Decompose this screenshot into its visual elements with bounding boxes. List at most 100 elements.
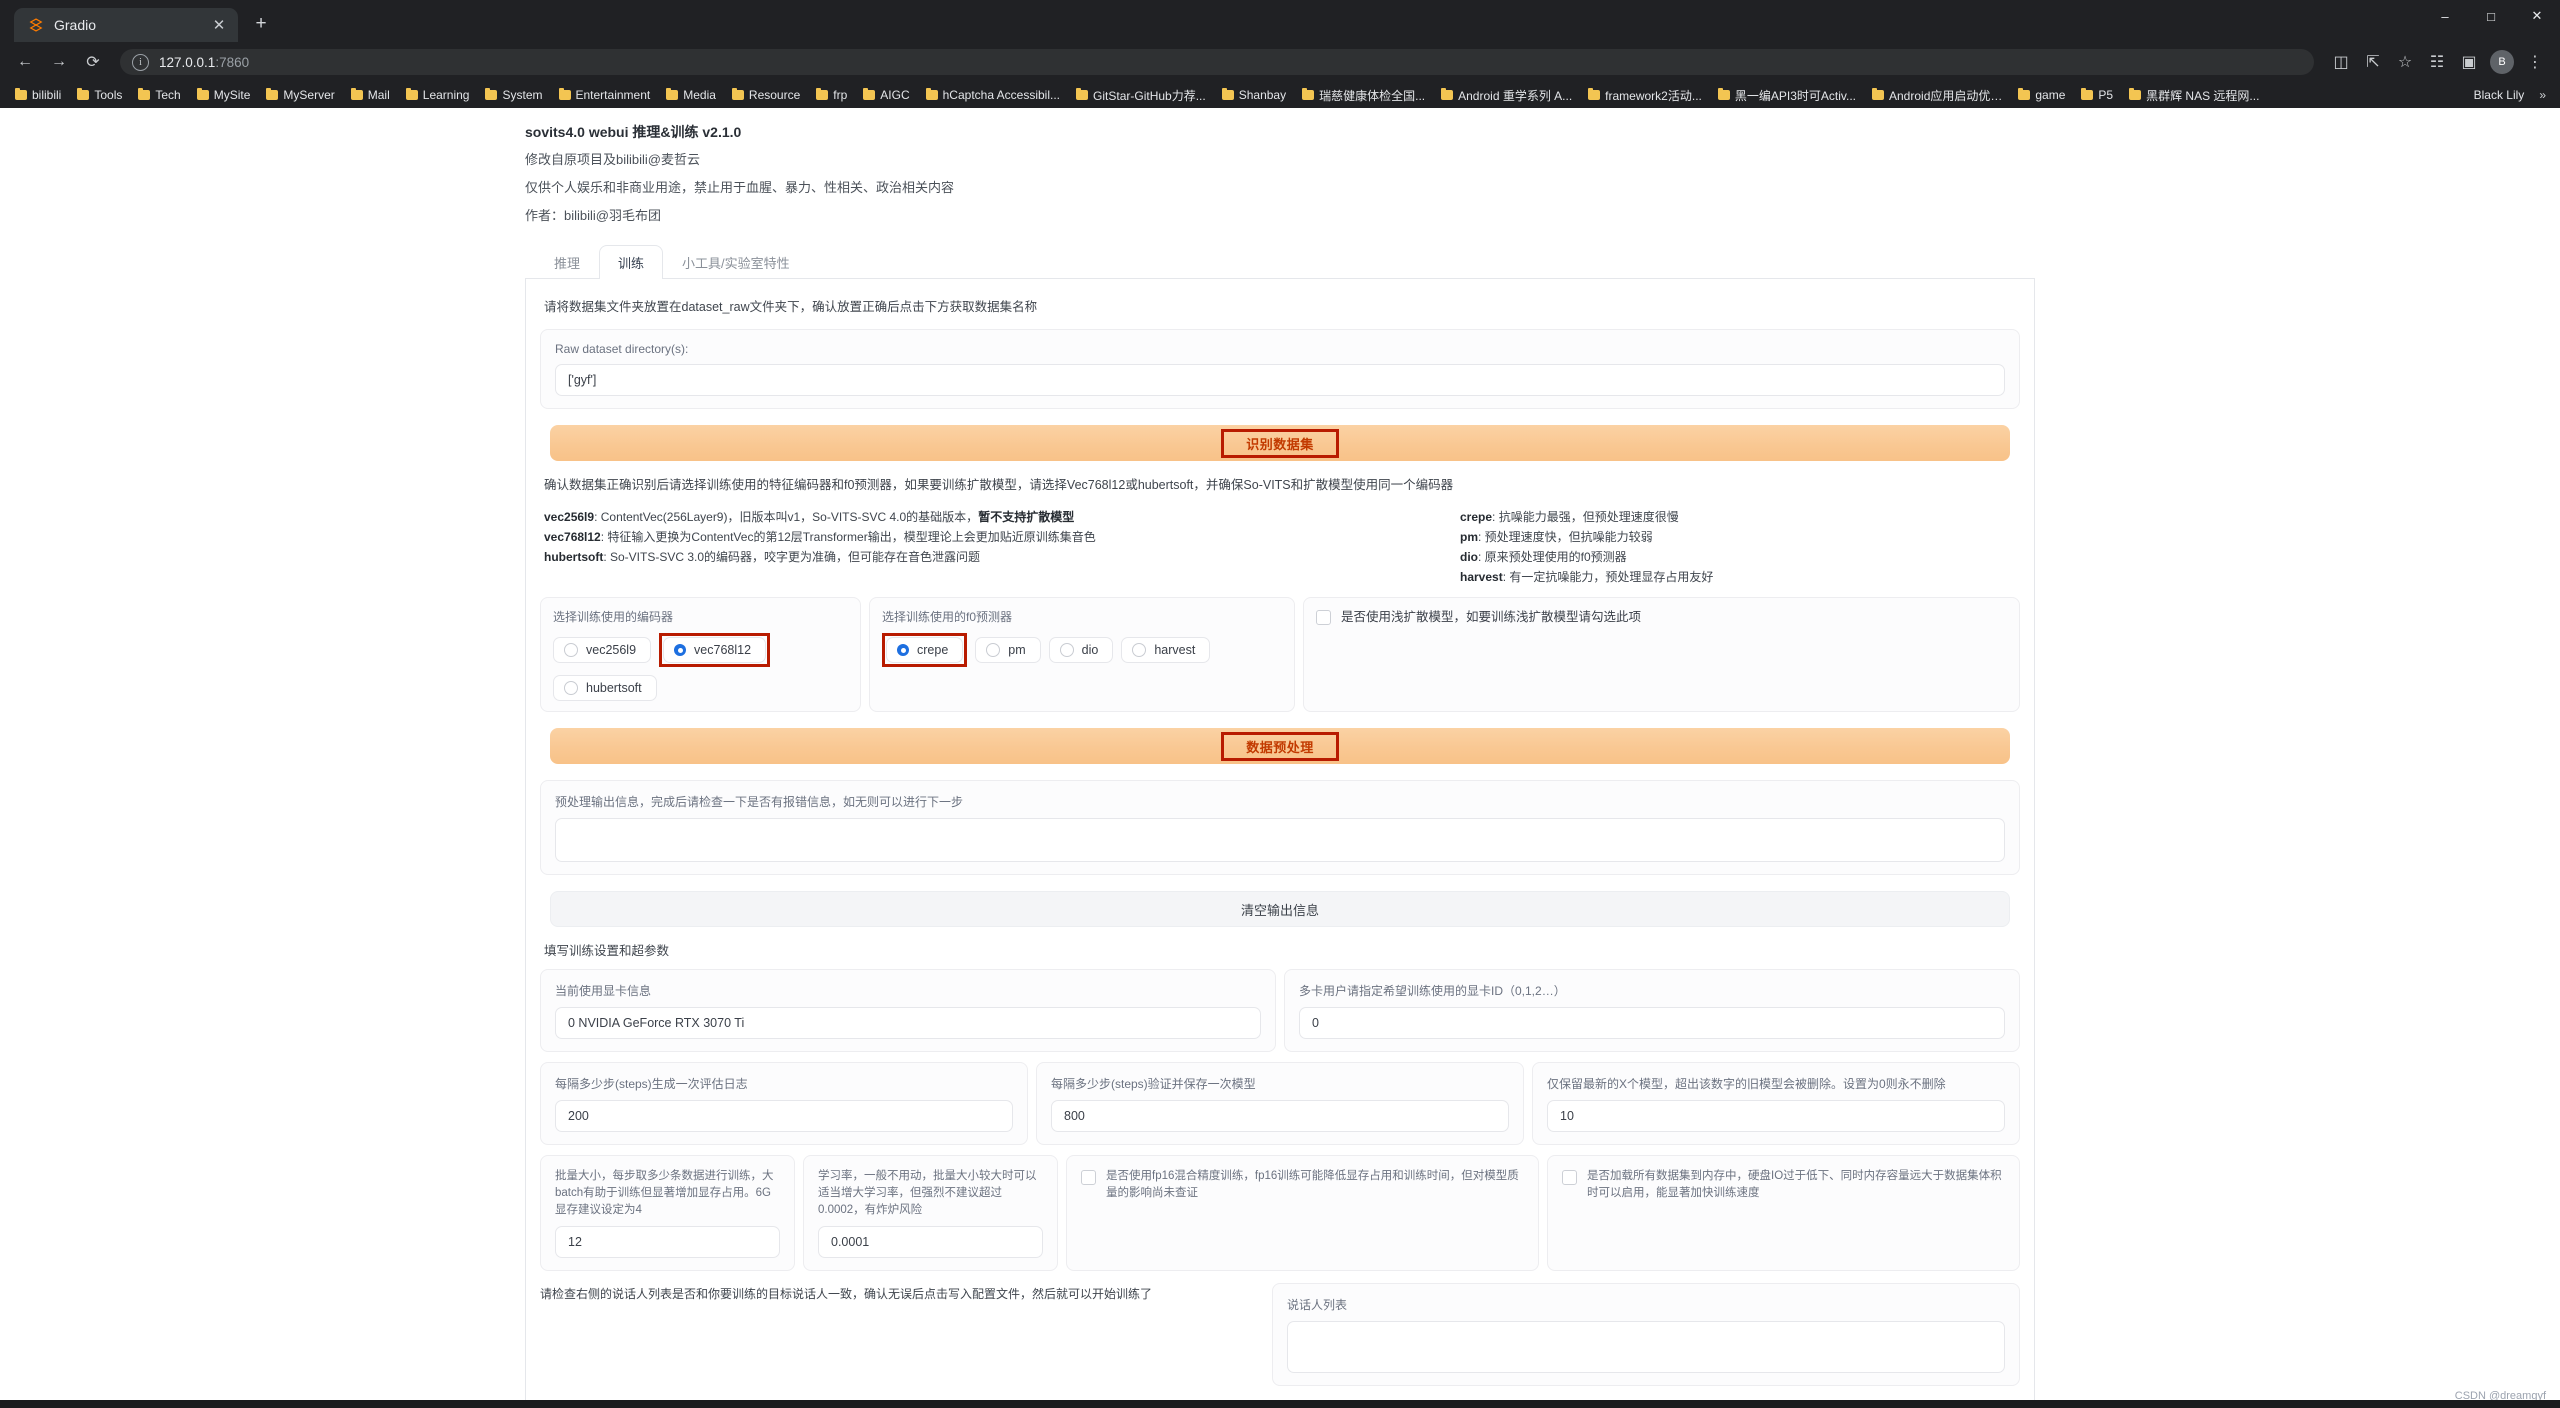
bookmark-item-3[interactable]: MySite: [190, 86, 258, 104]
bookmark-item-20[interactable]: Android应用启动优…: [1865, 85, 2009, 106]
bookmark-item-9[interactable]: Media: [659, 86, 723, 104]
bookmark-item-14[interactable]: GitStar-GitHub力荐...: [1069, 85, 1213, 106]
log-interval-input[interactable]: 200: [555, 1100, 1013, 1132]
address-bar[interactable]: i 127.0.0.1:7860: [120, 49, 2314, 75]
raw-dataset-input[interactable]: ['gyf']: [555, 364, 2005, 396]
three-dot-menu-icon[interactable]: ⋮: [2520, 47, 2550, 77]
clear-output-button[interactable]: 清空输出信息: [550, 891, 2010, 927]
extensions-icon[interactable]: ☷: [2422, 47, 2452, 77]
preprocess-bar[interactable]: 数据预处理: [550, 728, 2010, 764]
gpu-id-input[interactable]: 0: [1299, 1007, 2005, 1039]
eval-interval-input[interactable]: 800: [1051, 1100, 1509, 1132]
f0-desc-crepe: crepe: 抗噪能力最强，但预处理速度很慢: [1460, 507, 2020, 527]
preprocess-output-textarea[interactable]: [555, 818, 2005, 862]
bookmark-item-6[interactable]: Learning: [399, 86, 477, 104]
gpu-id-label: 多卡用户请指定希望训练使用的显卡ID（0,1,2…）: [1299, 982, 2005, 999]
identify-dataset-button[interactable]: 识别数据集: [1246, 434, 1314, 453]
steps-row: 每隔多少步(steps)生成一次评估日志 200 每隔多少步(steps)验证并…: [540, 1062, 2020, 1145]
bookmark-star-icon[interactable]: ☆: [2390, 47, 2420, 77]
bookmark-item-19[interactable]: 黑一编API3时可Activ...: [1711, 85, 1863, 106]
f0-select-label: 选择训练使用的f0预测器: [882, 608, 1282, 625]
close-icon[interactable]: ✕: [210, 16, 228, 34]
fp16-checkbox-row[interactable]: 是否使用fp16混合精度训练，fp16训练可能降低显存占用和训练时间，但对模型质…: [1081, 1168, 1524, 1202]
fp16-block: 是否使用fp16混合精度训练，fp16训练可能降低显存占用和训练时间，但对模型质…: [1066, 1155, 1539, 1271]
bookmark-item-7[interactable]: System: [478, 86, 549, 104]
chevron-right-icon[interactable]: »: [2533, 88, 2552, 102]
bookmark-item-2[interactable]: Tech: [131, 86, 187, 104]
radio-dio[interactable]: dio: [1049, 637, 1114, 663]
bookmark-label: Entertainment: [576, 88, 651, 102]
minimize-button[interactable]: –: [2422, 0, 2468, 32]
bookmark-item-10[interactable]: Resource: [725, 86, 807, 104]
browser-tab-gradio[interactable]: Gradio ✕: [14, 8, 238, 42]
new-tab-button[interactable]: +: [246, 9, 276, 39]
back-arrow-icon[interactable]: ←: [10, 47, 40, 77]
keep-ckpts-input[interactable]: 10: [1547, 1100, 2005, 1132]
radio-hubertsoft[interactable]: hubertsoft: [553, 675, 657, 701]
identify-dataset-bar[interactable]: 识别数据集: [550, 425, 2010, 461]
all-in-mem-checkbox-row[interactable]: 是否加载所有数据集到内存中，硬盘IO过于低下、同时内存容量远大于数据集体积时可以…: [1562, 1168, 2005, 1202]
radio-vec768l12[interactable]: vec768l12: [663, 637, 766, 663]
bookmark-item-12[interactable]: AIGC: [856, 86, 916, 104]
pip-icon[interactable]: ▣: [2454, 47, 2484, 77]
speaker-list-textarea[interactable]: [1287, 1321, 2005, 1373]
share-icon[interactable]: ⇱: [2358, 47, 2388, 77]
learning-rate-input[interactable]: 0.0001: [818, 1226, 1043, 1258]
batch-size-input[interactable]: 12: [555, 1226, 780, 1258]
tab-training[interactable]: 训练: [599, 245, 663, 279]
folder-icon: [1222, 90, 1234, 100]
bookmark-label: P5: [2098, 88, 2113, 102]
bookmark-item-23[interactable]: 黑群辉 NAS 远程网...: [2122, 85, 2266, 106]
f0-select-group: 选择训练使用的f0预测器 crepe: [869, 597, 1295, 712]
forward-arrow-icon[interactable]: →: [44, 47, 74, 77]
folder-icon: [351, 90, 363, 100]
site-info-icon[interactable]: i: [132, 54, 149, 71]
bookmark-item-16[interactable]: 瑞慈健康体检全国...: [1295, 85, 1432, 106]
gpu-info-input[interactable]: 0 NVIDIA GeForce RTX 3070 Ti: [555, 1007, 1261, 1039]
radio-harvest[interactable]: harvest: [1121, 637, 1210, 663]
bookmark-item-8[interactable]: Entertainment: [552, 86, 658, 104]
diffusion-checkbox-row[interactable]: 是否使用浅扩散模型，如要训练浅扩散模型请勾选此项: [1316, 608, 2007, 627]
raw-dataset-label: Raw dataset directory(s):: [555, 342, 2005, 356]
radio-label: hubertsoft: [586, 681, 642, 695]
radio-dot: [564, 681, 578, 695]
bookmark-label: System: [502, 88, 542, 102]
radio-crepe[interactable]: crepe: [886, 637, 963, 663]
bookmark-item-13[interactable]: hCaptcha Accessibil...: [919, 86, 1067, 104]
bookmark-item-4[interactable]: MyServer: [259, 86, 341, 104]
bookmark-item-15[interactable]: Shanbay: [1215, 86, 1293, 104]
window-controls: – □ ✕: [2422, 0, 2560, 42]
bookmark-item-11[interactable]: frp: [809, 86, 854, 104]
preprocess-highlight: 数据预处理: [1221, 732, 1339, 761]
reload-icon[interactable]: ⟳: [78, 47, 108, 77]
encoder-select-group: 选择训练使用的编码器 vec256l9 vec768l12: [540, 597, 861, 712]
bookmark-item-0[interactable]: bilibili: [8, 86, 68, 104]
diffusion-checkbox[interactable]: [1316, 610, 1331, 625]
bookmark-item-17[interactable]: Android 重学系列 A...: [1434, 85, 1579, 106]
maximize-button[interactable]: □: [2468, 0, 2514, 32]
bookmark-item-1[interactable]: Tools: [70, 86, 129, 104]
speaker-note: 请检查右侧的说话人列表是否和你要训练的目标说话人一致，确认无误后点击写入配置文件…: [540, 1283, 1258, 1304]
split-screen-icon[interactable]: ◫: [2326, 47, 2356, 77]
all-in-mem-checkbox[interactable]: [1562, 1170, 1577, 1185]
folder-icon: [2081, 90, 2093, 100]
bookmark-item-5[interactable]: Mail: [344, 86, 397, 104]
tab-tools-lab[interactable]: 小工具/实验室特性: [663, 245, 809, 279]
bookmark-item-22[interactable]: P5: [2074, 86, 2120, 104]
profile-avatar[interactable]: B: [2490, 50, 2514, 74]
radio-pm[interactable]: pm: [975, 637, 1040, 663]
f0-desc-harvest: harvest: 有一定抗噪能力，预处理显存占用友好: [1460, 567, 2020, 587]
preprocess-button[interactable]: 数据预处理: [1246, 737, 1314, 756]
radio-vec256l9[interactable]: vec256l9: [553, 637, 651, 663]
bookmark-label: 瑞慈健康体检全国...: [1319, 87, 1425, 104]
radio-dot-selected: [897, 644, 909, 656]
close-window-button[interactable]: ✕: [2514, 0, 2560, 32]
bookmark-item-21[interactable]: game: [2011, 86, 2072, 104]
tab-inference[interactable]: 推理: [535, 245, 599, 279]
toolbar-right-actions: ◫ ⇱ ☆ ☷ ▣ B ⋮: [2326, 47, 2550, 77]
bookmark-item-black-lily[interactable]: Black Lily: [2467, 86, 2532, 104]
bookmark-item-18[interactable]: framework2活动...: [1581, 85, 1709, 106]
keep-ckpts-label: 仅保留最新的X个模型，超出该数字的旧模型会被删除。设置为0则永不删除: [1547, 1075, 2005, 1092]
fp16-checkbox[interactable]: [1081, 1170, 1096, 1185]
eval-interval-block: 每隔多少步(steps)验证并保存一次模型 800: [1036, 1062, 1524, 1145]
